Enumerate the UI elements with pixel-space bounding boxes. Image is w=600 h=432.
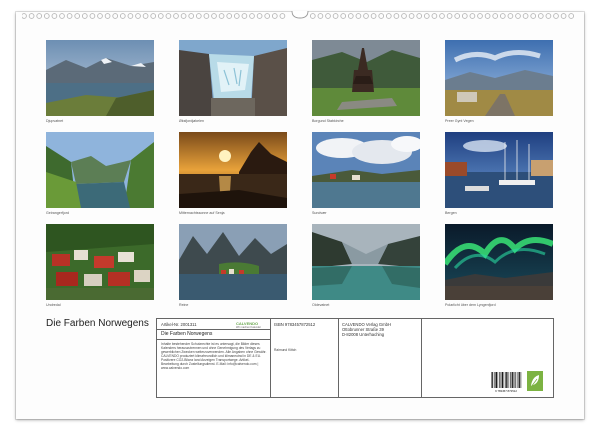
isbn: ISBN 9783457872512 [274, 322, 316, 327]
legal-text: Inhalte bestehender Schutzrechte ist es … [161, 342, 267, 370]
calendar-title: Die Farben Norwegens [46, 318, 149, 329]
article-number: Artikel-Nr. 2001311 [161, 322, 197, 327]
photo-caption: Øksfjordjøkelen [179, 119, 204, 123]
photo-fjord-green-mountains [46, 132, 154, 208]
photo-caption: Oldevatnet [312, 303, 330, 307]
photo-lake-mountains-snow [46, 40, 154, 116]
photo-village-red-houses [46, 224, 154, 300]
photo-caption: Djupvatnet [46, 119, 64, 123]
photo-caption: Undredal [46, 303, 61, 307]
photo-caption: Preer Gynt Vegen [445, 119, 474, 123]
photo-harbour-cloudy-sky [312, 132, 420, 208]
photo-caption: Polarlicht über dem Lyngenfjord [445, 303, 496, 307]
spiral-binding [22, 10, 575, 19]
calvendo-tagline: Wir machen Kalender [236, 326, 261, 329]
photo-caption: Sundvær [312, 211, 327, 215]
leaf-eco-icon [527, 371, 543, 391]
photo-caption: Geirangerfjord [46, 211, 69, 215]
author: Raimund Kittch [274, 348, 297, 352]
barcode-digits: 9 783457 872512 [495, 389, 517, 393]
photo-mountain-plateau-road [445, 40, 553, 116]
photo-turquoise-lake-mountains [312, 224, 420, 300]
imprint-box: Artikel-Nr. 2001311 CALVENDO Wir machen … [156, 318, 554, 398]
barcode: 9 783457 872512 [489, 371, 523, 393]
photo-glacier-ice [179, 40, 287, 116]
photo-midnight-sun-sea [179, 132, 287, 208]
photo-lofoten-village-peaks [179, 224, 287, 300]
photo-caption: Borgund Stabkirche [312, 119, 344, 123]
photo-aurora-green-night [445, 224, 553, 300]
photo-caption: Reine [179, 303, 189, 307]
photo-harbour-boats-town [445, 132, 553, 208]
product-title: Die Farben Norwegens [161, 331, 213, 337]
photo-caption: Bergen [445, 211, 457, 215]
photo-stave-church-valley [312, 40, 420, 116]
publisher-city: D-82008 Unterhaching [342, 332, 385, 337]
photo-caption: Mitternachtssonne auf Senja [179, 211, 225, 215]
